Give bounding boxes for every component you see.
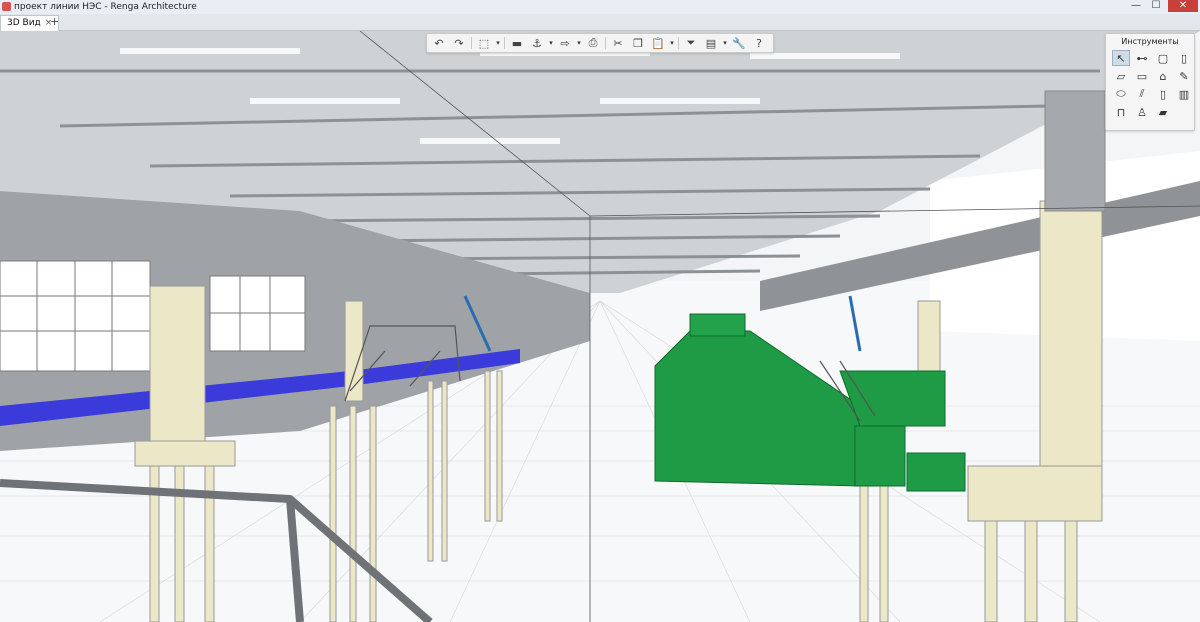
title-bar: проект линии НЭС - Renga Architecture — … [0,0,1200,15]
dropdown-icon[interactable]: ▾ [721,35,729,51]
dropdown-icon[interactable]: ▾ [547,35,555,51]
building-model-render [0,31,1200,622]
tab-bar: 3D Вид × + [0,14,1200,31]
select-arrow-icon[interactable]: ↖ [1112,50,1130,66]
toolbar-separator [605,37,606,49]
toolbar-separator [471,37,472,49]
layers-icon[interactable]: ▤ [701,35,721,51]
tools-panel-title: Инструменты [1121,37,1179,46]
column-icon[interactable]: ▯ [1175,50,1193,66]
main-toolbar: ↶ ↷ ⬚ ▾ ▬ ⚓ ▾ ⇨ ▾ ⎙ ✂ ❐ 📋 ▾ ⏷ ▤ ▾ 🔧? [426,33,774,53]
slab-icon[interactable]: ▱ [1112,68,1130,84]
copy-icon[interactable]: ❐ [628,35,648,51]
tab-label: 3D Вид [7,18,41,28]
stair-icon[interactable]: ⫽ [1133,86,1151,102]
minimize-button[interactable]: — [1128,0,1144,12]
column-right-1 [1039,200,1103,492]
door-icon[interactable]: ▯ [1154,86,1172,102]
footing-left-1 [134,440,236,467]
cut-icon[interactable]: ✂ [608,35,628,51]
beam-icon[interactable]: ⬭ [1112,86,1130,102]
redo-icon[interactable]: ↷ [449,35,469,51]
wrench-icon[interactable]: 🔧 [729,35,749,51]
green-box-small [906,452,966,492]
filter-icon[interactable]: ⏷ [681,35,701,51]
export-icon[interactable]: ⇨ [555,35,575,51]
help-icon[interactable]: ? [749,35,769,51]
paste-icon[interactable]: 📋 [648,35,668,51]
footing-right-1 [967,465,1103,522]
close-button[interactable]: ✕ [1168,0,1198,12]
tools-panel: Инструменты ↖ ⊷ ▢ ▯ ▱ ▭ ⌂ ✎ ⬭ ⫽ ▯ ▥ ⊓ ♙ ▰ [1105,33,1195,131]
dropdown-icon[interactable]: ▾ [668,35,676,51]
stamp-icon[interactable]: ⚓ [527,35,547,51]
dropdown-icon[interactable]: ▾ [575,35,583,51]
app-icon [2,2,11,11]
maximize-button[interactable]: ☐ [1148,0,1164,12]
opening-icon[interactable]: ▰ [1154,104,1172,120]
toolbar-separator [504,37,505,49]
window-title: проект линии НЭС - Renga Architecture [14,2,197,12]
column-left-1 [149,285,206,447]
wall-icon[interactable]: ▢ [1154,50,1172,66]
pencil-icon[interactable]: ✎ [1175,68,1193,84]
3d-viewport[interactable] [0,31,1200,622]
toolbar-separator [678,37,679,49]
dropdown-icon[interactable]: ▾ [494,35,502,51]
figure-icon[interactable]: ♙ [1133,104,1151,120]
window-icon[interactable]: ▥ [1175,86,1193,102]
folder-icon[interactable]: ▬ [507,35,527,51]
equipment-icon[interactable]: ⊓ [1112,104,1130,120]
floor-icon[interactable]: ▭ [1133,68,1151,84]
undo-icon[interactable]: ↶ [429,35,449,51]
cube-view-icon[interactable]: ⬚ [474,35,494,51]
print-icon[interactable]: ⎙ [583,35,603,51]
snap-icon[interactable]: ⊷ [1133,50,1151,66]
tools-grid: ↖ ⊷ ▢ ▯ ▱ ▭ ⌂ ✎ ⬭ ⫽ ▯ ▥ ⊓ ♙ ▰ [1112,50,1194,120]
add-tab-button[interactable]: + [46,15,63,29]
roof-icon[interactable]: ⌂ [1154,68,1172,84]
